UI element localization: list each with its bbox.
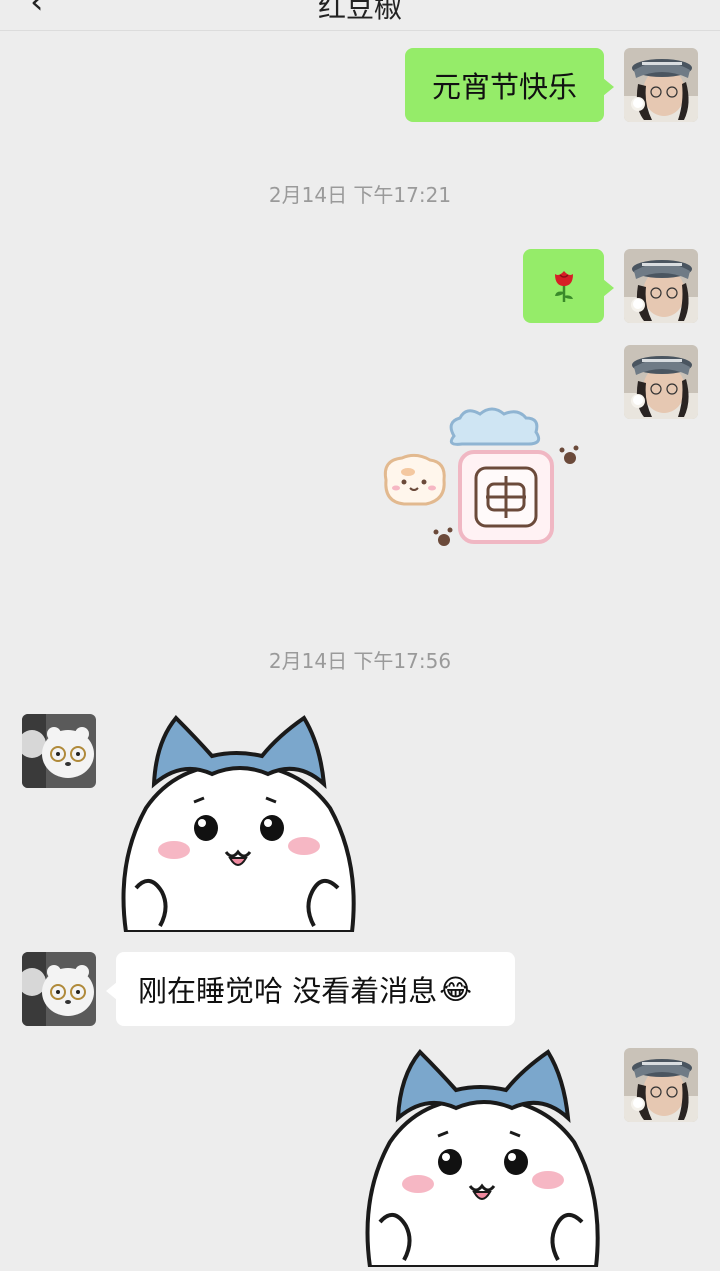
user-avatar[interactable] bbox=[624, 345, 698, 419]
hachiware-cat-sticker bbox=[365, 1049, 600, 1269]
contact-avatar[interactable] bbox=[22, 952, 96, 1026]
message-text: 刚在睡觉哈 没看着消息 bbox=[138, 974, 438, 1008]
user-avatar-photo-icon bbox=[624, 345, 698, 419]
received-text-bubble[interactable]: 刚在睡觉哈 没看着消息 😂 bbox=[106, 952, 515, 1026]
sent-sticker[interactable] bbox=[360, 1046, 604, 1271]
contact-avatar[interactable] bbox=[22, 714, 96, 788]
sent-sticker[interactable] bbox=[376, 400, 586, 564]
user-avatar-photo-icon bbox=[624, 48, 698, 122]
chat-header: ‹ 红豆椒 bbox=[0, 0, 720, 31]
chat-title: 红豆椒 bbox=[317, 0, 402, 24]
sent-emoji-bubble[interactable] bbox=[523, 249, 614, 323]
hachiware-cat-sticker bbox=[121, 715, 356, 934]
contact-avatar-bear-plush-icon bbox=[22, 952, 96, 1026]
clouds-and-rice-character-sticker bbox=[383, 407, 579, 546]
user-avatar-photo-icon bbox=[624, 249, 698, 323]
tears-of-joy-emoji-icon: 😂 bbox=[439, 972, 472, 1006]
received-sticker[interactable] bbox=[116, 712, 360, 936]
user-avatar[interactable] bbox=[624, 249, 698, 323]
contact-avatar-bear-plush-icon bbox=[22, 714, 96, 788]
user-avatar[interactable] bbox=[624, 48, 698, 122]
user-avatar-photo-icon bbox=[624, 1048, 698, 1122]
sent-text-bubble[interactable]: 元宵节快乐 bbox=[405, 48, 614, 122]
rose-emoji-icon bbox=[554, 271, 573, 302]
timestamp: 2月14日 下午17:21 bbox=[268, 183, 452, 207]
user-avatar[interactable] bbox=[624, 1048, 698, 1122]
timestamp: 2月14日 下午17:56 bbox=[268, 649, 452, 673]
message-text: 元宵节快乐 bbox=[431, 70, 577, 104]
